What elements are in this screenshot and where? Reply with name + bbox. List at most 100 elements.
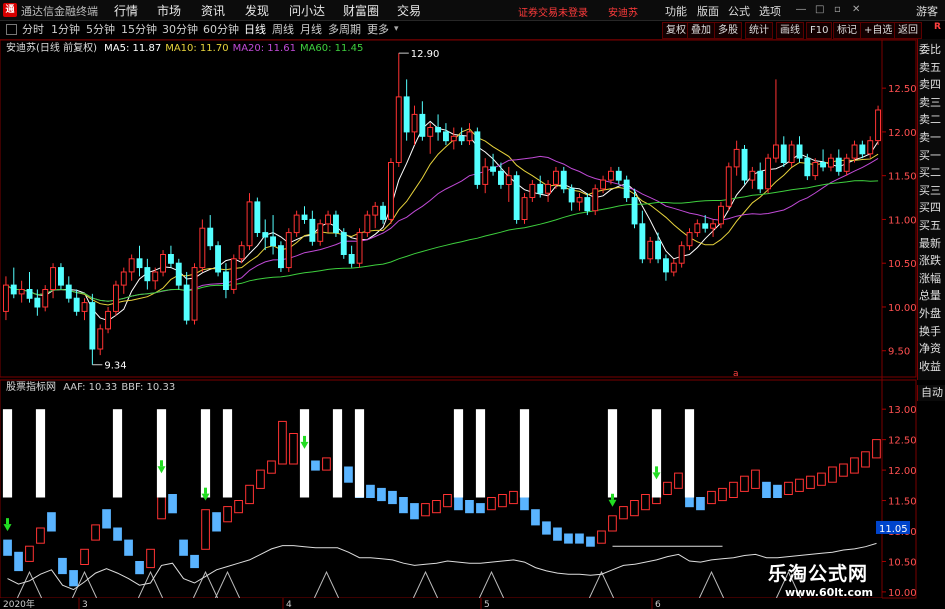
quote-field-label[interactable]: 买一: [919, 146, 945, 165]
candle-body: [820, 162, 826, 168]
candle-body: [89, 302, 96, 350]
indicator-tick-label: 12.50: [888, 436, 917, 447]
candle-body: [168, 254, 174, 264]
indicator-block: [586, 536, 595, 547]
indicator-block: [773, 484, 782, 498]
indicator-block: [465, 500, 474, 514]
candle-body: [702, 223, 709, 229]
indicator-block: [751, 469, 760, 489]
legend-item: MA20: 11.61: [233, 43, 296, 54]
candle-body: [364, 214, 371, 234]
candle-body: [325, 214, 332, 225]
quote-field-label[interactable]: 涨跌: [919, 251, 945, 270]
quote-field-label[interactable]: 涨幅: [919, 269, 945, 288]
auto-button[interactable]: 自动: [917, 385, 945, 401]
indicator-block: [366, 484, 375, 498]
candle-body: [867, 140, 874, 155]
indicator-white-bar: [475, 409, 486, 498]
candle-body: [710, 223, 716, 229]
candle-body: [309, 218, 316, 242]
indicator-block: [278, 420, 287, 465]
candle-body: [576, 197, 583, 203]
candle-body: [537, 183, 544, 194]
candle-body: [639, 223, 646, 260]
indicator-block: [311, 460, 320, 471]
indicator-block: [718, 487, 727, 502]
indicator-block: [256, 469, 265, 489]
candle-body: [733, 148, 740, 168]
quote-field-label[interactable]: 外盘: [919, 304, 945, 323]
candle-body: [505, 175, 512, 185]
chart-annotations: 12.90 9.34 a 11.05 2020年 3 4 5 6: [0, 49, 910, 609]
quote-field-label[interactable]: 卖四: [919, 75, 945, 94]
candle-body: [482, 166, 489, 185]
candle-body: [741, 148, 748, 181]
indicator-block: [487, 497, 496, 511]
quote-field-label[interactable]: 买四: [919, 198, 945, 217]
candle-body: [278, 245, 284, 269]
candle-body: [73, 297, 80, 312]
price-tick-label: 11.50: [888, 172, 917, 183]
candle-body: [105, 310, 111, 330]
quote-field-label[interactable]: 买五: [919, 216, 945, 235]
indicator-white-bar: [354, 409, 365, 498]
candle-body: [835, 157, 842, 172]
candle-body: [333, 214, 339, 234]
indicator-white-bar: [651, 409, 662, 498]
candle-body: [875, 109, 881, 142]
date-month-label: 6: [655, 600, 661, 609]
marker-letter: a: [733, 369, 739, 379]
candle-body: [600, 179, 606, 190]
indicator-block: [806, 475, 815, 489]
candle-body: [65, 284, 72, 299]
candle-body: [568, 188, 575, 203]
indicator-block: [454, 497, 463, 511]
quote-field-label[interactable]: 卖三: [919, 93, 945, 112]
quote-field-label[interactable]: 卖五: [919, 58, 945, 77]
indicator-block: [696, 497, 705, 511]
candle-body: [427, 127, 434, 137]
candle-body: [725, 166, 732, 207]
candle-body: [474, 131, 481, 185]
candle-body: [183, 284, 190, 321]
candle-body: [388, 162, 394, 220]
indicator-white-bar: [222, 409, 233, 498]
candle-body: [50, 267, 56, 291]
indicator-block: [267, 460, 276, 474]
indicator-tick-label: 10.50: [888, 557, 917, 568]
quote-field-label[interactable]: 净资: [919, 339, 945, 358]
candle-body: [395, 96, 402, 163]
candle-body: [128, 258, 135, 273]
indicator-block: [476, 503, 485, 514]
chart-canvas[interactable]: 9.50 10.00 10.50 11.00 11.50 12.00 12.50 10.00…: [0, 0, 945, 609]
quote-field-label[interactable]: 最新: [919, 234, 945, 253]
candle-body: [694, 223, 701, 234]
date-year-label: 2020年: [3, 598, 35, 609]
quote-field-label[interactable]: 买三: [919, 181, 945, 200]
chart-panes: [0, 39, 917, 599]
quote-field-label[interactable]: 买二: [919, 163, 945, 182]
buy-arrow-stem: [160, 460, 163, 467]
indicator-triangle-mark: [412, 570, 439, 599]
watermark-brand: 乐淘公式网: [768, 563, 869, 585]
candle-body: [631, 197, 638, 225]
quote-field-label[interactable]: 收益: [919, 357, 945, 376]
indicator-block: [498, 494, 507, 508]
candle-body: [466, 131, 473, 142]
indicator-block: [795, 478, 804, 492]
candle-body: [749, 170, 756, 181]
quote-field-label[interactable]: 卖一: [919, 128, 945, 147]
candle-body: [592, 188, 599, 212]
candle-body: [113, 284, 119, 312]
indicator-block: [102, 509, 111, 529]
price-tick-label: 11.00: [888, 215, 917, 226]
indicator-triangle-mark: [698, 570, 725, 599]
indicator-block: [322, 457, 331, 471]
indicator-block: [630, 500, 639, 517]
quote-field-label[interactable]: 卖二: [919, 110, 945, 129]
candle-body: [199, 227, 206, 269]
quote-field-label[interactable]: 换手: [919, 322, 945, 341]
quote-field-label[interactable]: 总量: [919, 286, 945, 305]
quote-field-label[interactable]: 委比: [919, 40, 945, 59]
candle-body: [521, 197, 528, 221]
